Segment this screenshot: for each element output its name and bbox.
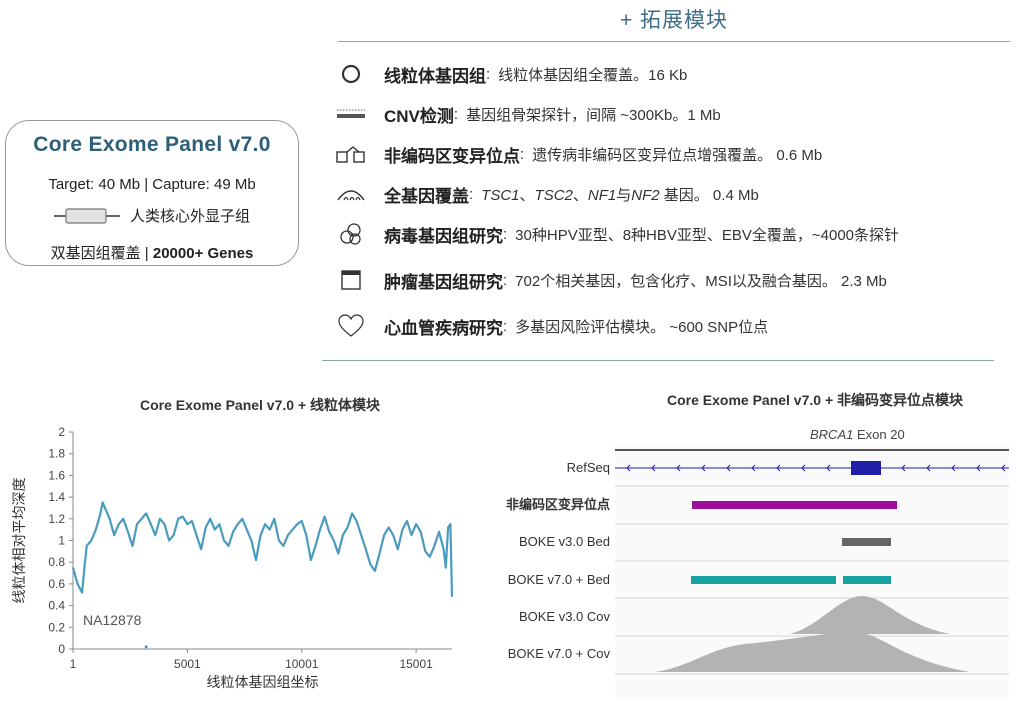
- module-separator: :: [469, 185, 474, 203]
- track-label: BOKE v3.0 Bed: [519, 534, 610, 549]
- module-name: 非编码区变异位点: [384, 146, 520, 166]
- track-label: 非编码区变异位点: [506, 497, 610, 512]
- module-row-mito: 线粒体基因组 : 线粒体基因组全覆盖。16 Kb: [336, 60, 687, 88]
- module-row-noncoding: 非编码区变异位点 : 遗传病非编码区变异位点增强覆盖。 0.6 Mb: [336, 140, 822, 168]
- module-desc: 多基因风险评估模块。 ~600 SNP位点: [515, 318, 769, 336]
- desc-tail: 基因。 0.4 Mb: [659, 186, 759, 204]
- panel-legend-label: 人类核心外显子组: [130, 208, 251, 225]
- modules-header: + 拓展模块: [619, 9, 729, 32]
- y-tick-label: 2: [58, 425, 65, 439]
- module-name: 病毒基因组研究: [384, 226, 503, 246]
- panel-footer: 双基因组覆盖 | 20000+ Genes: [5, 242, 299, 263]
- refseq-exon: [851, 461, 881, 475]
- module-name: 线粒体基因组: [384, 66, 486, 86]
- gene-nf1: NF1: [587, 186, 617, 204]
- modules-bottom-divider: [322, 360, 994, 361]
- dotted-bar-icon: [336, 101, 366, 127]
- window-icon: [336, 267, 366, 293]
- module-desc: 遗传病非编码区变异位点增强覆盖。 0.6 Mb: [532, 146, 823, 164]
- module-row-cardio: 心血管疾病研究 : 多基因风险评估模块。 ~600 SNP位点: [336, 312, 768, 340]
- panel-target-capture: Target: 40 Mb | Capture: 49 Mb: [48, 176, 256, 193]
- module-desc: 线粒体基因组全覆盖。16 Kb: [498, 66, 688, 84]
- module-desc: 基因组骨架探针，间隔 ~300Kb。1 Mb: [466, 106, 721, 124]
- heart-icon: [336, 313, 366, 339]
- gene-tsc1: TSC1: [481, 186, 520, 204]
- circle-icon: [336, 61, 366, 87]
- virus-icon: [336, 221, 366, 247]
- module-name: CNV检测: [384, 106, 454, 126]
- module-separator: :: [486, 65, 491, 83]
- bed-v7-bar-left: [691, 576, 836, 584]
- noncoding-chart-title: Core Exome Panel v7.0 + 非编码变异位点模块: [666, 392, 964, 408]
- module-desc: 702个相关基因，包含化疗、MSI以及融合基因。 2.3 Mb: [515, 272, 887, 290]
- exon-symbol-icon: [54, 207, 120, 224]
- module-desc: TSC1、TSC2、NF1与NF2 基因。 0.4 Mb: [481, 184, 759, 205]
- bed-v7-bar-right: [843, 576, 891, 584]
- desc-sep: 、: [572, 186, 588, 204]
- gene-nf2: NF2: [631, 186, 660, 204]
- module-row-cnv: CNV检测 : 基因组骨架探针，间隔 ~300Kb。1 Mb: [336, 100, 721, 128]
- arch-icon: [336, 181, 366, 207]
- mito-chart-title: Core Exome Panel v7.0 + 线粒体模块: [139, 397, 381, 413]
- module-row-fullgene: 全基因覆盖 : TSC1、TSC2、NF1与NF2 基因。 0.4 Mb: [336, 180, 759, 208]
- module-separator: :: [503, 225, 508, 243]
- panel-footer-prefix: 双基因组覆盖 |: [50, 245, 153, 262]
- module-row-virus: 病毒基因组研究 : 30种HPV亚型、8种HBV亚型、EBV全覆盖，~4000条…: [336, 220, 899, 248]
- module-desc: 30种HPV亚型、8种HBV亚型、EBV全覆盖，~4000条探针: [515, 226, 900, 244]
- bed-v3-bar: [842, 538, 891, 546]
- browser-tracks-svg: RefSeq 非编码区变异位点 BOKE v3.0 Bed BOKE v7.0 + B…: [506, 444, 1009, 698]
- modules-top-divider: [338, 41, 1010, 42]
- panel-title: Core Exome Panel v7.0: [33, 133, 271, 156]
- module-row-tumor: 肿瘤基因组研究 : 702个相关基因，包含化疗、MSI以及融合基因。 2.3 M…: [336, 266, 887, 294]
- module-separator: :: [503, 271, 508, 289]
- module-name: 心血管疾病研究: [384, 318, 503, 338]
- noncoding-icon: [336, 141, 366, 167]
- panel-footer-genes: 20000+ Genes: [152, 245, 254, 262]
- module-name: 全基因覆盖: [384, 186, 469, 206]
- track-label: BOKE v7.0 + Cov: [508, 646, 611, 661]
- panel-legend: 人类核心外显子组: [52, 205, 250, 226]
- module-separator: :: [520, 145, 525, 163]
- gene-tsc2: TSC2: [534, 186, 573, 204]
- module-separator: :: [453, 105, 459, 123]
- module-separator: :: [503, 317, 508, 335]
- track-label: RefSeq: [567, 460, 610, 475]
- desc-and: 与: [616, 186, 632, 204]
- module-name: 肿瘤基因组研究: [384, 272, 503, 292]
- noncoding-bar: [692, 501, 897, 509]
- track-label: BOKE v3.0 Cov: [519, 609, 611, 624]
- desc-sep: 、: [519, 186, 535, 204]
- track-label: BOKE v7.0 + Bed: [508, 572, 610, 587]
